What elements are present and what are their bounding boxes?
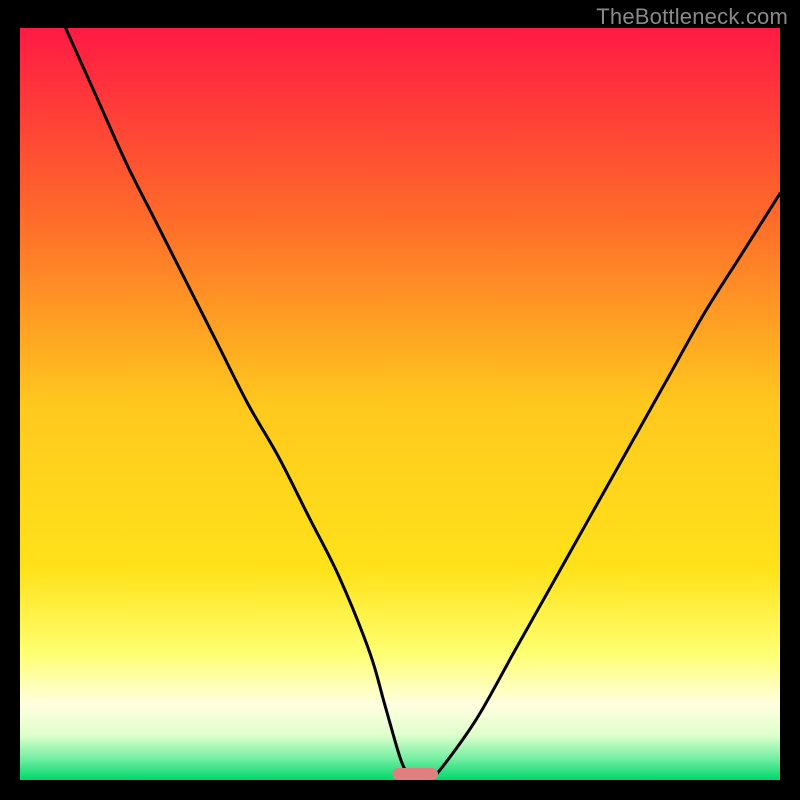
chart-svg [20, 28, 780, 780]
plot-area [20, 28, 780, 780]
gradient-background [20, 28, 780, 780]
optimal-marker [392, 768, 438, 780]
watermark-text: TheBottleneck.com [596, 4, 788, 30]
chart-frame: TheBottleneck.com [0, 0, 800, 800]
